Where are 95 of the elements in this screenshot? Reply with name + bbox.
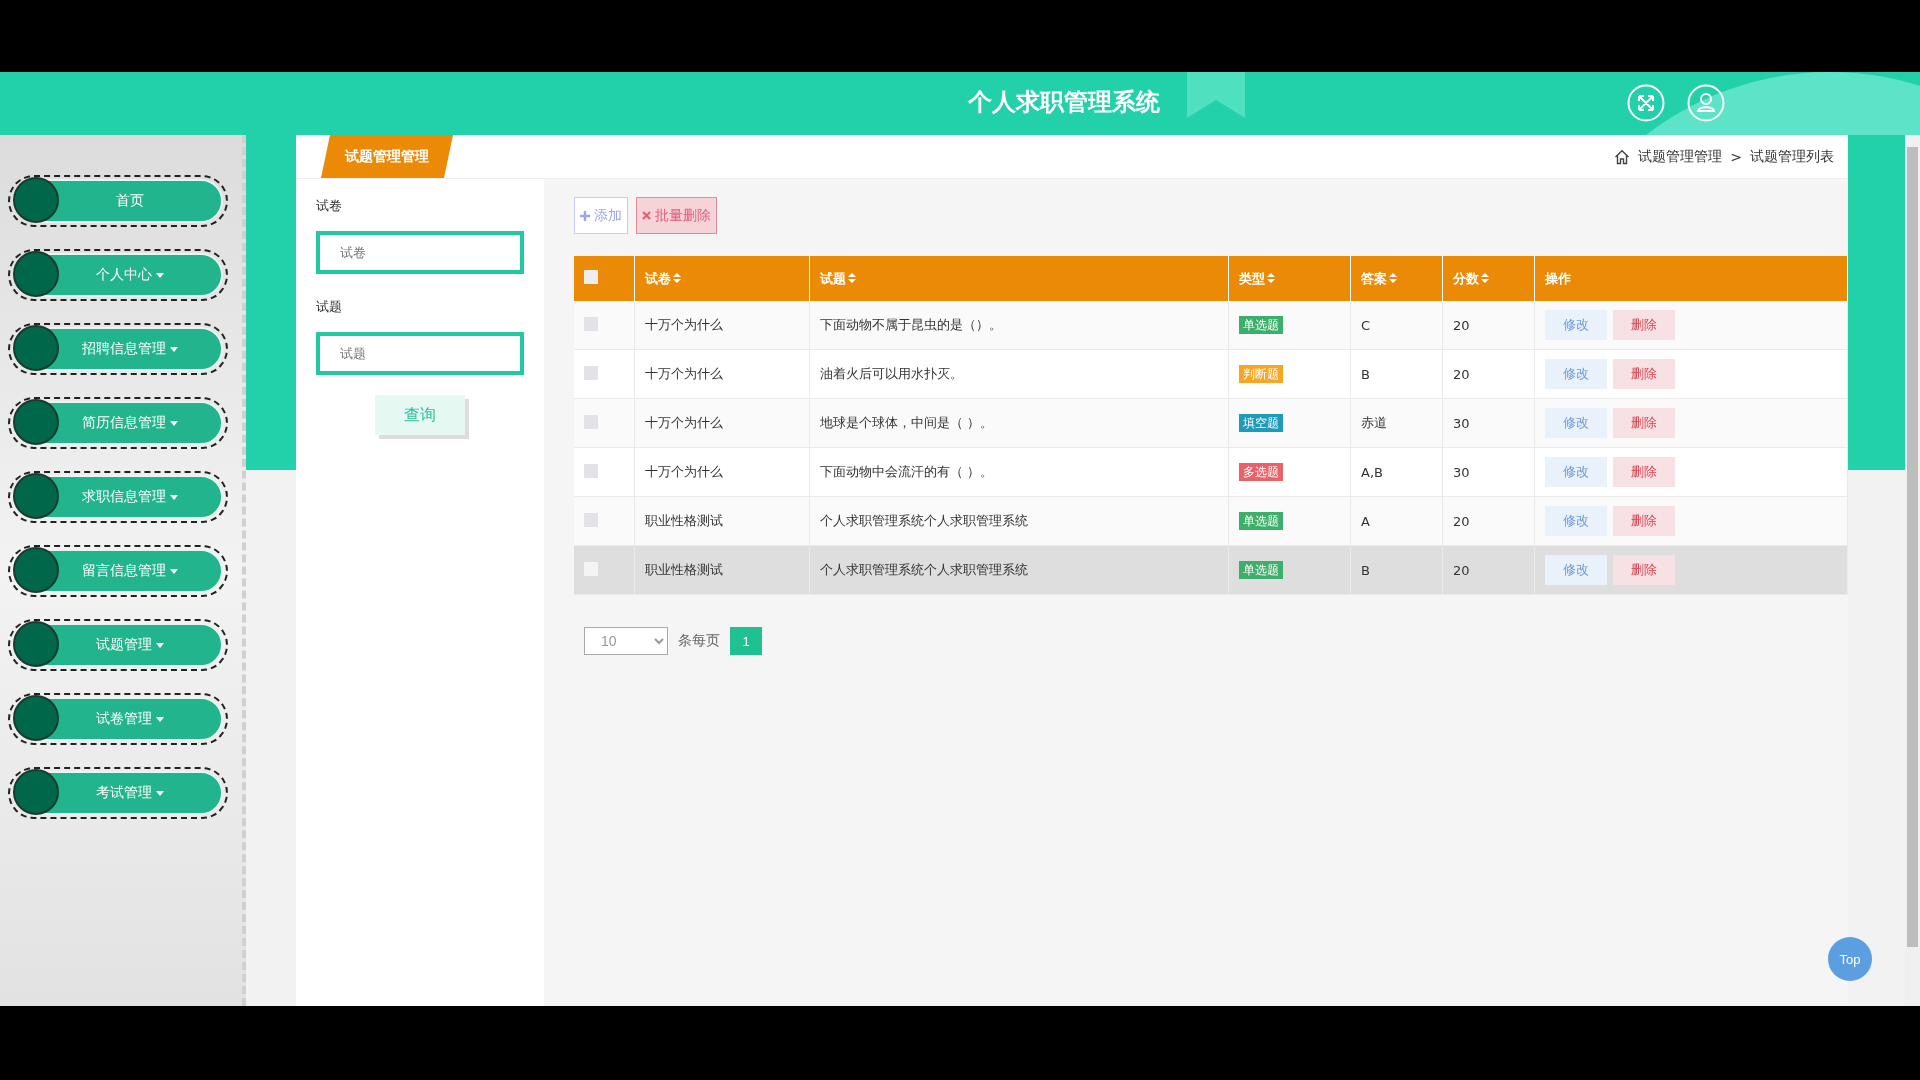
table-cell: 十万个为什么 — [634, 301, 810, 350]
sidebar-item[interactable]: 个人中心 — [8, 249, 228, 301]
column-header[interactable]: 试题 — [809, 256, 1229, 301]
page-size-select[interactable]: 10 — [584, 627, 668, 655]
breadcrumb-item[interactable]: 试题管理列表 — [1750, 147, 1834, 166]
row-checkbox[interactable] — [584, 316, 598, 331]
table-cell: 20 — [1442, 349, 1535, 399]
type-tag: 判断题 — [1239, 364, 1283, 383]
type-tag: 单选题 — [1239, 560, 1283, 579]
delete-button[interactable]: 删除 — [1613, 555, 1675, 585]
delete-button[interactable]: 删除 — [1613, 408, 1675, 438]
plus-icon — [580, 210, 590, 221]
table-cell: A,B — [1350, 447, 1443, 497]
page-button[interactable]: 1 — [730, 627, 762, 655]
sort-icon — [673, 272, 681, 283]
table-cell: A — [1350, 496, 1443, 546]
table-cell: 20 — [1442, 496, 1535, 546]
table-cell: 十万个为什么 — [634, 398, 810, 448]
row-checkbox[interactable] — [584, 512, 598, 527]
sidebar-item[interactable]: 试题管理 — [8, 619, 228, 671]
table-cell: 30 — [1442, 447, 1535, 497]
delete-button[interactable]: 删除 — [1613, 457, 1675, 487]
add-button[interactable]: 添加 — [574, 197, 628, 234]
table-cell: 十万个为什么 — [634, 349, 810, 399]
page-tab[interactable]: 试题管理管理 — [321, 135, 453, 178]
breadcrumb-item[interactable]: 试题管理管理 — [1638, 147, 1723, 166]
table-cell: 职业性格测试 — [634, 496, 810, 546]
filter-label: 试题 — [316, 298, 342, 316]
select-all-checkbox[interactable] — [584, 270, 598, 284]
batch-delete-button[interactable]: 批量删除 — [636, 197, 717, 234]
delete-button[interactable]: 删除 — [1613, 359, 1675, 389]
filter-label: 试卷 — [316, 197, 342, 215]
sidebar-item[interactable]: 招聘信息管理 — [8, 323, 228, 375]
caret-icon — [170, 494, 178, 500]
column-header[interactable]: 类型 — [1228, 256, 1351, 301]
table-cell: 个人求职管理系统个人求职管理系统 — [809, 545, 1229, 595]
table-cell: 十万个为什么 — [634, 447, 810, 497]
caret-icon — [156, 790, 164, 796]
type-tag: 单选题 — [1239, 315, 1283, 334]
table-cell: B — [1350, 545, 1443, 595]
column-header[interactable]: 操作 — [1534, 256, 1848, 301]
edit-button[interactable]: 修改 — [1545, 506, 1607, 536]
home-icon[interactable] — [1614, 148, 1631, 165]
table-cell: 职业性格测试 — [634, 545, 810, 595]
sort-icon — [1267, 272, 1275, 283]
column-header[interactable]: 分数 — [1442, 256, 1535, 301]
row-checkbox[interactable] — [584, 414, 598, 429]
sort-icon — [848, 272, 856, 283]
table-cell: 20 — [1442, 545, 1535, 595]
table-cell: 油着火后可以用水扑灭。 — [809, 349, 1229, 399]
close-icon — [642, 211, 651, 220]
row-checkbox[interactable] — [584, 463, 598, 478]
sort-icon — [1389, 272, 1397, 283]
breadcrumb-separator: > — [1730, 148, 1742, 165]
edit-button[interactable]: 修改 — [1545, 555, 1607, 585]
app-title: 个人求职管理系统 — [968, 87, 1160, 118]
caret-icon — [156, 716, 164, 722]
column-header[interactable]: 答案 — [1350, 256, 1443, 301]
sidebar-item[interactable]: 简历信息管理 — [8, 397, 228, 449]
caret-icon — [170, 420, 178, 426]
table-cell: 地球是个球体，中间是（ ）。 — [809, 398, 1229, 448]
type-tag: 多选题 — [1239, 462, 1283, 481]
type-tag: 单选题 — [1239, 511, 1283, 530]
edit-button[interactable]: 修改 — [1545, 359, 1607, 389]
sidebar-item[interactable]: 留言信息管理 — [8, 545, 228, 597]
filter-input[interactable]: 试卷 — [316, 231, 524, 274]
row-checkbox[interactable] — [584, 365, 598, 380]
per-page-label: 条每页 — [678, 632, 720, 650]
edit-button[interactable]: 修改 — [1545, 457, 1607, 487]
edit-button[interactable]: 修改 — [1545, 310, 1607, 340]
filter-input[interactable]: 试题 — [316, 332, 524, 375]
caret-icon — [170, 346, 178, 352]
edit-button[interactable]: 修改 — [1545, 408, 1607, 438]
type-tag: 填空题 — [1239, 413, 1283, 432]
caret-icon — [170, 568, 178, 574]
table-cell: B — [1350, 349, 1443, 399]
table-cell: C — [1350, 301, 1443, 350]
sidebar-item[interactable]: 求职信息管理 — [8, 471, 228, 523]
sidebar-item[interactable]: 试卷管理 — [8, 693, 228, 745]
table-cell: 30 — [1442, 398, 1535, 448]
caret-icon — [156, 272, 164, 278]
table-cell: 20 — [1442, 301, 1535, 350]
column-header[interactable]: 试卷 — [634, 256, 810, 301]
table-cell: 个人求职管理系统个人求职管理系统 — [809, 496, 1229, 546]
sidebar-item[interactable]: 首页 — [8, 175, 228, 227]
delete-button[interactable]: 删除 — [1613, 506, 1675, 536]
sort-icon — [1481, 272, 1489, 283]
caret-icon — [156, 642, 164, 648]
user-icon[interactable] — [1687, 84, 1725, 122]
table-cell: 下面动物不属于昆虫的是（）。 — [809, 301, 1229, 350]
delete-button[interactable]: 删除 — [1613, 310, 1675, 340]
fullscreen-icon[interactable] — [1627, 84, 1665, 122]
sidebar-item[interactable]: 考试管理 — [8, 767, 228, 819]
table-cell: 下面动物中会流汗的有（ ）。 — [809, 447, 1229, 497]
table-cell: 赤道 — [1350, 398, 1443, 448]
